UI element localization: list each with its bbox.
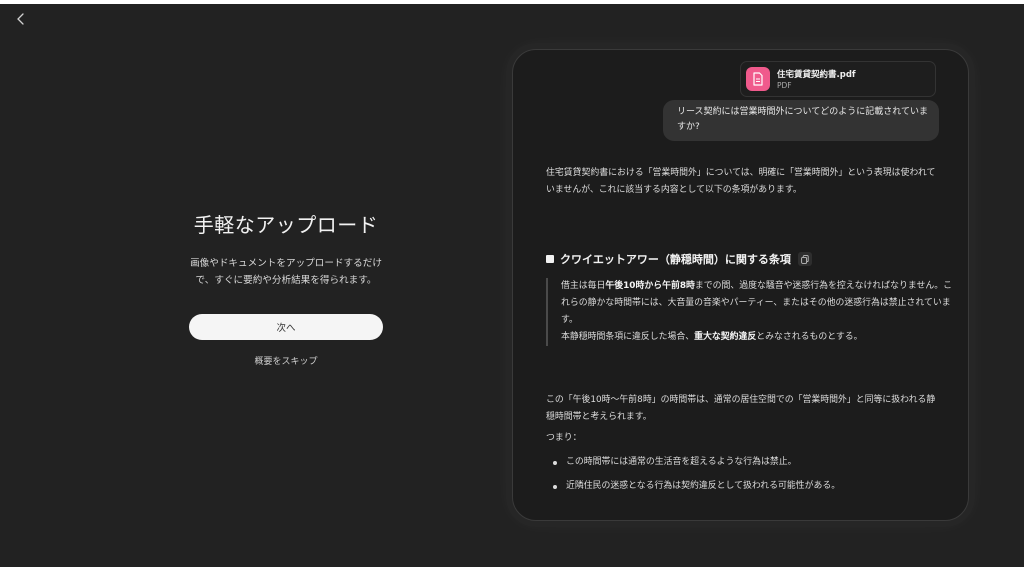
answer-outro: この「午後10時～午前8時」の時間帯は、通常の居住空間での「営業時間外」と同等に… — [546, 392, 941, 426]
list-item: 近隣住民の迷惑となる行為は契約違反として扱われる可能性がある。 — [546, 478, 941, 495]
answer-intro: 住宅賃貸契約書における「営業時間外」については、明確に「営業時間外」という表現は… — [546, 165, 941, 199]
attachment-card[interactable]: 住宅賃貸契約書.pdf PDF — [740, 61, 936, 97]
top-strip — [0, 0, 1024, 4]
section-heading: クワイエットアワー（静穏時間）に関する条項 — [546, 251, 812, 267]
onboarding-description: 画像やドキュメントをアップロードするだけで、すぐに要約や分析結果を得られます。 — [190, 258, 382, 286]
answer-bullet-list: この時間帯には通常の生活音を超えるような行為は禁止。 近隣住民の迷惑となる行為は… — [546, 454, 941, 502]
clause-quote: 借主は毎日午後10時から午前8時までの間、過度な騒音や迷惑行為を控えなければなり… — [546, 278, 953, 346]
list-item: この時間帯には通常の生活音を超えるような行為は禁止。 — [546, 454, 941, 471]
answer-intro-text: 住宅賃貸契約書における「営業時間外」については、明確に「営業時間外」という表現は… — [546, 168, 936, 195]
answer-outro-text: この「午後10時～午前8時」の時間帯は、通常の居住空間での「営業時間外」と同等に… — [546, 395, 936, 422]
attachment-type: PDF — [777, 81, 792, 90]
onboarding-panel: 手軽なアップロード 画像やドキュメントをアップロードするだけで、すぐに要約や分析… — [170, 205, 402, 368]
document-icon — [746, 67, 770, 91]
square-bullet-icon — [546, 255, 554, 263]
chevron-left-icon — [17, 13, 24, 25]
onboarding-title: 手軽なアップロード — [193, 213, 379, 237]
back-button[interactable] — [12, 10, 30, 28]
copy-icon — [801, 254, 809, 264]
attachment-name: 住宅賃貸契約書.pdf — [777, 70, 856, 80]
copy-button[interactable] — [797, 252, 812, 266]
quote-line-2: 本静穏時間条項に違反した場合、重大な契約違反とみなされるものとする。 — [561, 332, 863, 342]
chat-preview-device: 住宅賃貸契約書.pdf PDF リース契約には営業時間外についてどのように記載さ… — [512, 49, 969, 521]
section-title: クワイエットアワー（静穏時間）に関する条項 — [560, 253, 791, 266]
quote-line-1: 借主は毎日午後10時から午前8時までの間、過度な騒音や迷惑行為を控えなければなり… — [561, 281, 953, 325]
user-message-bubble: リース契約には営業時間外についてどのように記載されていますか? — [663, 100, 939, 141]
so-label-text: つまり： — [546, 433, 582, 443]
answer-so-label: つまり： — [546, 430, 941, 447]
skip-overview-link[interactable]: 概要をスキップ — [254, 354, 317, 367]
next-button[interactable]: 次へ — [189, 314, 383, 340]
